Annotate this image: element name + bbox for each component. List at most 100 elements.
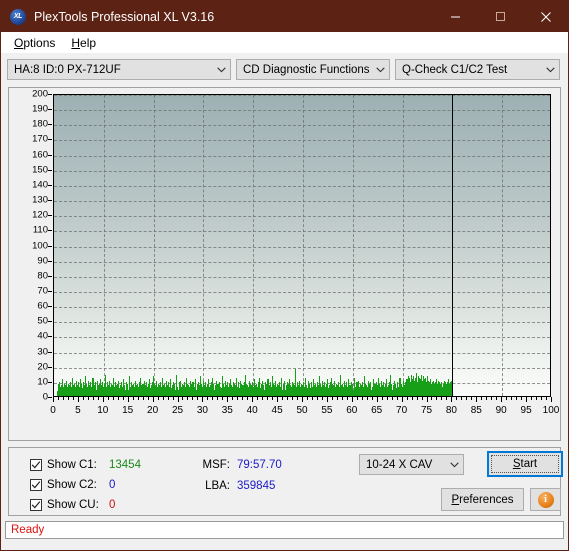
x-axis-tick [97,397,99,400]
show-c1-checkbox[interactable] [30,458,42,471]
x-axis-tick [531,397,533,400]
test-select[interactable]: Q-Check C1/C2 Test [395,59,560,80]
x-axis-tick [122,397,124,400]
x-axis-tick [232,397,234,400]
show-c2-value: 0 [109,478,116,491]
x-axis-tick-label: 25 [171,405,184,416]
x-axis-tick [157,397,159,400]
status-bar: Ready [5,521,564,539]
y-axis-tick [48,124,52,126]
x-axis-tick [471,397,473,400]
x-axis-tick-label: 100 [542,405,560,416]
function-select[interactable]: CD Diagnostic Functions [236,59,390,80]
test-select-value: Q-Check C1/C2 Test [402,63,508,76]
show-series-checkboxes: Show C1: 13454 Show C2: 0 Show CU: 0 [30,455,141,515]
x-axis-tick [321,397,323,400]
x-axis-tick [366,397,368,400]
x-axis-tick [292,397,294,400]
preferences-button[interactable]: Preferences [441,488,524,511]
y-axis-tick-label: 110 [32,224,48,236]
speed-select[interactable]: 10-24 X CAV [359,454,464,475]
x-axis-tick [227,397,229,402]
x-axis-tick [391,397,393,400]
x-axis-tick [326,397,328,402]
x-axis-tick [87,397,89,400]
x-axis-tick [187,397,189,400]
window-title: PlexTools Professional XL V3.16 [34,9,215,24]
x-axis-tick-label: 20 [147,405,159,416]
info-icon-glyph: i [544,493,547,505]
y-axis-tick-label: 0 [42,391,48,403]
x-axis-tick [541,397,543,400]
msf-label: MSF: [202,459,230,471]
title-bar: XL PlexTools Professional XL V3.16 [1,1,568,32]
x-axis-tick [287,397,289,400]
y-axis-tick [48,366,52,368]
x-axis-tick [247,397,249,400]
minimize-button[interactable] [433,1,478,32]
x-axis-tick [401,397,403,402]
x-axis-tick-label: 65 [371,405,383,416]
y-axis-tick-label: 150 [32,164,48,175]
plot-area [53,94,551,397]
show-c2-checkbox[interactable] [30,478,42,491]
speed-select-value: 10-24 X CAV [366,458,433,471]
x-axis-tick [516,397,518,400]
y-axis-tick-label: 120 [32,209,48,221]
maximize-button[interactable] [478,1,523,32]
menu-item-options[interactable]: Options [6,34,63,52]
y-axis-tick-label: 90 [37,254,48,266]
x-axis-tick [82,397,84,400]
y-axis-tick-label: 170 [32,133,48,145]
x-axis-tick [456,397,458,400]
check-icon [31,500,41,509]
x-axis-tick [496,397,498,400]
x-axis-tick [421,397,423,400]
x-axis-tick [67,397,69,400]
x-axis-tick [316,397,318,400]
close-button[interactable] [523,1,568,32]
x-axis-tick [371,397,373,400]
x-axis-ticks [53,397,552,405]
y-axis-tick [48,306,52,308]
y-axis-tick-label: 50 [37,315,48,327]
x-axis-tick [237,397,239,400]
x-axis-tick [491,397,493,400]
show-c1-value: 13454 [109,458,141,471]
x-axis-tick [551,397,552,402]
x-axis-tick [77,397,79,402]
x-axis-labels: 0 5 10 15 20 25 30 35 40 45 50 55 60 65 70 75 80 85 90 95 10… [50,405,559,420]
start-button[interactable]: Start [487,451,563,477]
x-axis-tick [536,397,538,400]
x-axis-tick-label: 80 [445,405,457,416]
start-button-accel: S [512,458,521,470]
y-axis-tick [48,336,52,338]
x-axis-tick [222,397,224,400]
drive-select[interactable]: HA:8 ID:0 PX-712UF [7,59,231,80]
x-axis-tick [406,397,408,400]
info-icon: i [537,491,554,508]
info-button[interactable]: i [530,488,561,511]
x-axis-tick [202,397,204,402]
menu-item-options-label: ptions [23,35,56,50]
x-axis-tick [267,397,269,400]
x-axis-tick [546,397,548,400]
x-axis-tick [142,397,144,400]
x-axis-tick [336,397,338,400]
x-axis-tick [162,397,164,400]
menu-item-help[interactable]: Help [63,34,104,52]
y-axis-tick [48,381,52,383]
x-axis-tick [396,397,398,400]
y-axis-tick-label: 60 [37,300,48,312]
show-cu-checkbox[interactable] [30,498,42,511]
preferences-button-accel: P [451,493,460,506]
x-axis-tick [426,397,428,402]
xl-logo-icon: XL [10,8,26,25]
x-axis-tick-label: 40 [246,405,258,416]
x-axis-tick [311,397,313,400]
y-axis-tick-label: 10 [37,376,48,388]
x-axis-tick [461,397,463,400]
x-axis-tick-label: 60 [346,405,358,416]
y-axis-tick-label: 200 [32,88,48,100]
x-axis-tick [346,397,348,400]
